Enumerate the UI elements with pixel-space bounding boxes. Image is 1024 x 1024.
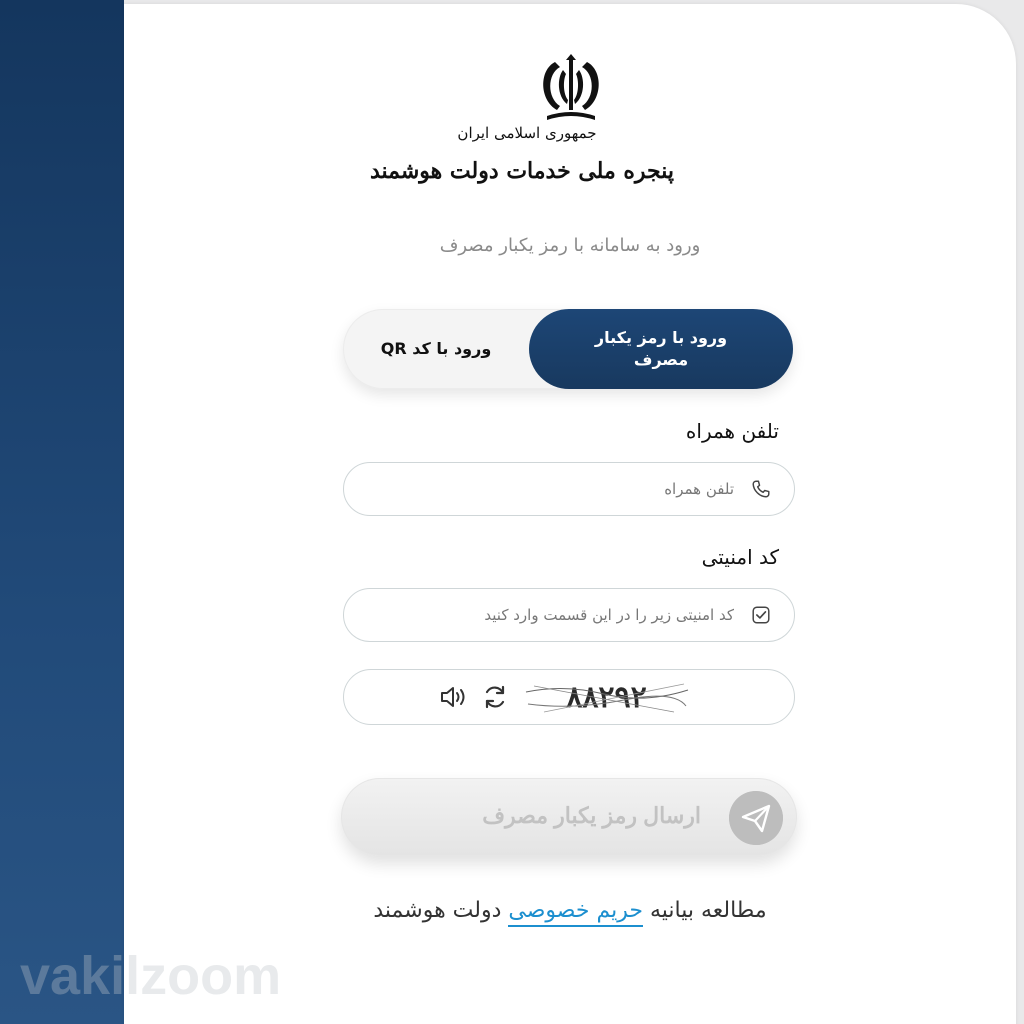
tab-otp-login-label: ورود با رمز یکبار مصرف	[594, 328, 728, 369]
iran-emblem-icon	[543, 54, 599, 120]
phone-field-label: تلفن همراه	[685, 419, 779, 443]
tab-qr-login[interactable]: ورود با کد QR	[343, 309, 529, 389]
watermark: vakilzoom	[20, 946, 282, 1006]
privacy-suffix: دولت هوشمند	[373, 898, 502, 923]
side-panel	[0, 0, 124, 1024]
privacy-statement: مطالعه بیانیه حریم خصوصی دولت هوشمند	[0, 898, 1024, 927]
privacy-link[interactable]: حریم خصوصی	[508, 898, 643, 927]
captcha-image: ۸۸۲۹۲	[566, 680, 647, 715]
tab-qr-login-label: ورود با کد QR	[380, 339, 492, 358]
tab-otp-login[interactable]: ورود با رمز یکبار مصرف	[529, 309, 793, 389]
send-icon	[729, 791, 783, 845]
captcha-box: ۸۸۲۹۲	[343, 669, 795, 725]
refresh-icon[interactable]	[481, 683, 509, 711]
logo-country-name: جمهوری اسلامی ایران	[457, 124, 597, 142]
login-method-toggle: ورود با رمز یکبار مصرف ورود با کد QR	[343, 309, 793, 389]
logo-portal-name: پنجره ملی خدمات دولت هوشمند	[369, 158, 675, 184]
privacy-prefix: مطالعه بیانیه	[649, 898, 767, 923]
phone-icon	[752, 480, 770, 498]
page-subtitle: ورود به سامانه با رمز یکبار مصرف	[439, 235, 701, 256]
security-input-wrapper	[343, 588, 795, 642]
security-code-input[interactable]	[364, 589, 734, 640]
security-code-label: کد امنیتی	[701, 545, 779, 569]
send-otp-button-label: ارسال رمز یکبار مصرف	[482, 803, 701, 828]
checkbox-icon	[752, 606, 770, 624]
phone-input[interactable]	[364, 463, 734, 514]
speaker-icon[interactable]	[439, 684, 469, 710]
phone-input-wrapper	[343, 462, 795, 516]
send-otp-button[interactable]: ارسال رمز یکبار مصرف	[341, 778, 797, 856]
